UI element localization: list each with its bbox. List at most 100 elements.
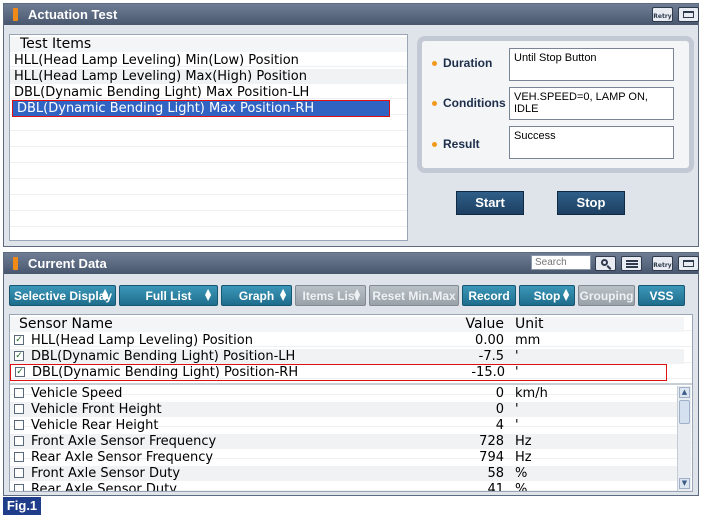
reset-min-max-button[interactable]: Reset Min.Max — [369, 285, 459, 306]
sensor-name: Front Axle Sensor Duty — [31, 466, 181, 481]
sensor-value: 0.00 — [475, 333, 504, 348]
sensor-unit: ' — [515, 349, 519, 364]
duration-value: Until Stop Button — [509, 48, 674, 81]
retry-icon[interactable]: Retry — [652, 256, 673, 271]
checkbox-checked-icon[interactable]: ✓ — [15, 367, 25, 377]
sensor-name: Vehicle Rear Height — [31, 418, 159, 433]
test-item[interactable]: HLL(Head Lamp Leveling) Min(Low) Positio… — [10, 53, 407, 68]
table-row[interactable]: Front Axle Sensor Duty 58 % — [10, 466, 684, 481]
stop-button[interactable]: Stop — [557, 191, 625, 215]
test-item-selected[interactable]: DBL(Dynamic Bending Light) Max Position-… — [12, 100, 390, 117]
table-row[interactable]: Vehicle Speed 0 km/h — [10, 386, 684, 401]
spinner-icon: ▲ ▼ — [205, 287, 212, 302]
table-row[interactable]: Rear Axle Sensor Duty 41 % — [10, 482, 684, 491]
list-header: Test Items — [10, 37, 407, 52]
items-list-label: Items List — [302, 289, 359, 303]
table-row-highlighted[interactable]: ✓ DBL(Dynamic Bending Light) Position-RH… — [10, 364, 667, 381]
checkbox-unchecked-icon[interactable] — [14, 484, 24, 491]
sensor-name: Rear Axle Sensor Frequency — [31, 450, 214, 465]
checkbox-unchecked-icon[interactable] — [14, 404, 24, 414]
scroll-thumb[interactable] — [679, 400, 690, 424]
title-marker-icon — [13, 8, 18, 21]
sensor-unit: Hz — [515, 450, 532, 465]
actuation-title-bar: Actuation Test Retry — [4, 4, 699, 25]
checkbox-unchecked-icon[interactable] — [14, 420, 24, 430]
checkbox-unchecked-icon[interactable] — [14, 468, 24, 478]
actuation-title: Actuation Test — [28, 7, 118, 22]
table-row[interactable]: Rear Axle Sensor Frequency 794 Hz — [10, 450, 684, 465]
sensor-unit: % — [515, 466, 528, 481]
sensor-value: 728 — [479, 434, 504, 449]
maximize-icon[interactable] — [678, 256, 699, 271]
header-unit: Unit — [515, 316, 544, 332]
sensor-value: 794 — [479, 450, 504, 465]
sensor-name: Vehicle Speed — [31, 386, 123, 401]
result-bullet-icon — [432, 142, 437, 147]
current-data-title-bar: Current Data Retry — [4, 253, 699, 274]
grouping-button[interactable]: Grouping — [578, 285, 635, 306]
search-input[interactable] — [531, 255, 591, 270]
sensor-value: 4 — [495, 418, 504, 433]
checkbox-unchecked-icon[interactable] — [14, 436, 24, 446]
test-item[interactable]: DBL(Dynamic Bending Light) Max Position-… — [10, 85, 407, 100]
table-row[interactable]: ✓ DBL(Dynamic Bending Light) Position-LH… — [10, 349, 684, 364]
sensor-name: DBL(Dynamic Bending Light) Position-RH — [32, 365, 299, 380]
checkbox-unchecked-icon[interactable] — [14, 452, 24, 462]
title-marker-icon — [13, 257, 18, 270]
checkbox-unchecked-icon[interactable] — [14, 388, 24, 398]
sensor-value: 41 — [487, 482, 504, 491]
spinner-icon: ▲ ▼ — [354, 287, 361, 302]
record-button[interactable]: Record — [462, 285, 516, 306]
result-value: Success — [509, 126, 674, 159]
sensor-unit: ' — [515, 365, 519, 380]
sensor-unit: mm — [515, 333, 541, 348]
duration-label: Duration — [443, 56, 493, 70]
retry-label: Retry — [653, 13, 672, 20]
table-scrollbar[interactable]: ▲ ▼ — [677, 386, 691, 491]
spinner-icon: ▲ ▼ — [102, 287, 109, 302]
test-item[interactable]: HLL(Head Lamp Leveling) Max(High) Positi… — [10, 69, 407, 84]
table-row[interactable]: Vehicle Front Height 0 ' — [10, 402, 684, 417]
maximize-icon[interactable] — [678, 7, 699, 22]
table-row[interactable]: Vehicle Rear Height 4 ' — [10, 418, 684, 433]
sensor-value: 0 — [495, 386, 504, 401]
retry-icon[interactable]: Retry — [652, 7, 673, 22]
sensor-name: Rear Axle Sensor Duty — [31, 482, 177, 491]
figure-label: Fig.1 — [3, 497, 41, 515]
header-sensor-name: Sensor Name — [19, 316, 113, 332]
current-data-title: Current Data — [28, 256, 107, 271]
sensor-value: 0 — [495, 402, 504, 417]
sensor-value: -7.5 — [478, 349, 504, 364]
sensor-value: -15.0 — [471, 365, 505, 380]
section-divider — [10, 383, 692, 385]
record-label: Record — [468, 289, 510, 303]
selective-display-dropdown[interactable]: Selective Display ▲ — [9, 285, 116, 306]
result-label: Result — [443, 137, 480, 151]
table-header: Sensor Name Value Unit — [10, 317, 684, 332]
full-list-label: Full List — [145, 289, 192, 303]
list-view-icon[interactable] — [621, 256, 642, 271]
table-row[interactable]: Front Axle Sensor Frequency 728 Hz — [10, 434, 684, 449]
vss-button[interactable]: VSS — [638, 285, 685, 306]
sensor-name: Vehicle Front Height — [31, 402, 162, 417]
vss-label: VSS — [649, 289, 674, 303]
scroll-down-icon[interactable]: ▼ — [679, 478, 690, 489]
checkbox-checked-icon[interactable]: ✓ — [14, 351, 24, 361]
retry-label: Retry — [653, 262, 672, 269]
conditions-label: Conditions — [443, 96, 506, 110]
conditions-value: VEH.SPEED=0, LAMP ON, IDLE — [509, 87, 674, 120]
sensor-unit: km/h — [515, 386, 548, 401]
start-button[interactable]: Start — [456, 191, 524, 215]
sensor-unit: Hz — [515, 434, 532, 449]
stop-label: Stop — [533, 289, 561, 303]
checkbox-checked-icon[interactable]: ✓ — [14, 335, 24, 345]
search-icon[interactable] — [595, 256, 616, 271]
spinner-icon: ▲ ▼ — [280, 287, 287, 302]
reset-min-max-label: Reset Min.Max — [372, 289, 456, 303]
scroll-up-icon[interactable]: ▲ — [679, 387, 690, 398]
sensor-value: 58 — [487, 466, 504, 481]
sensor-name: Front Axle Sensor Frequency — [31, 434, 217, 449]
table-row[interactable]: ✓ HLL(Head Lamp Leveling) Position 0.00 … — [10, 333, 684, 348]
full-list-dropdown[interactable]: Full List — [119, 285, 218, 306]
sensor-name: DBL(Dynamic Bending Light) Position-LH — [31, 349, 296, 364]
